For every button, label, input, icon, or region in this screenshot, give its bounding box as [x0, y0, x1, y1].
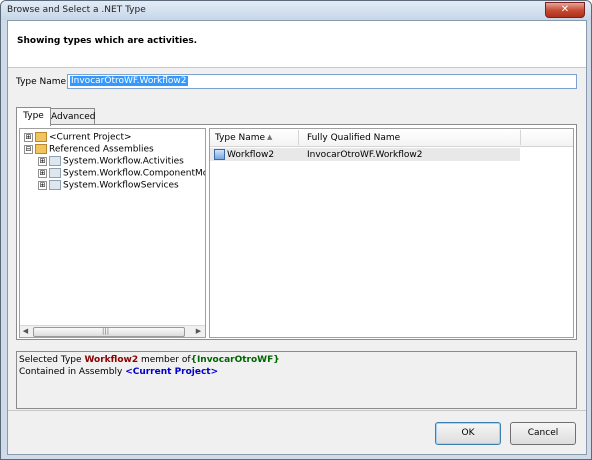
assembly-icon [49, 156, 61, 166]
dialog-window: Browse and Select a .NET Type ✕ Showing … [0, 0, 592, 460]
selected-type-line: Selected Type Workflow2 member of{Invoca… [19, 355, 280, 365]
contained-assembly-line: Contained in Assembly <Current Project> [19, 367, 218, 377]
tree-item-label: <Current Project> [49, 132, 132, 143]
folder-icon [35, 144, 47, 154]
expand-icon[interactable]: ⊞ [38, 168, 47, 178]
list-header: Type Name ▲ Fully Qualified Name [210, 129, 573, 147]
title-bar[interactable]: Browse and Select a .NET Type ✕ [1, 1, 591, 20]
assembly-icon [49, 168, 61, 178]
scroll-thumb[interactable]: ||| [33, 327, 185, 337]
tree-item-label: System.Workflow.Activities [63, 156, 184, 167]
assembly-icon [49, 180, 61, 190]
close-button[interactable]: ✕ [545, 2, 585, 18]
selected-namespace: {InvocarOtroWF} [190, 355, 280, 365]
tree-item-current-project[interactable]: ⊞ <Current Project> [24, 132, 132, 144]
selected-type-label: Selected Type [19, 355, 82, 365]
type-name-label: Type Name: [16, 77, 70, 87]
scroll-right-icon[interactable]: ▶ [194, 327, 203, 336]
assembly-tree[interactable]: ⊞ <Current Project> ⊟ Referenced Assemblie… [19, 128, 206, 338]
collapse-icon[interactable]: ⊟ [24, 144, 33, 154]
project-folder-icon [35, 132, 47, 142]
row-type-name: Workflow2 [227, 150, 275, 160]
assembly-name: <Current Project> [125, 367, 219, 377]
window-title: Browse and Select a .NET Type [7, 5, 146, 15]
column-divider[interactable] [520, 130, 521, 145]
list-row[interactable]: Workflow2 InvocarOtroWF.Workflow2 [210, 148, 520, 161]
selected-type-name: Workflow2 [84, 355, 139, 365]
tree-item-system-workflowservices[interactable]: ⊞ System.WorkflowServices [38, 180, 179, 192]
tree-horizontal-scrollbar[interactable]: ◀ ||| ▶ [20, 325, 205, 337]
type-tab-panel: ⊞ <Current Project> ⊟ Referenced Assemblie… [16, 124, 577, 340]
tree-item-label: System.Workflow.ComponentModel [63, 168, 205, 179]
tree-item-referenced-assemblies[interactable]: ⊟ Referenced Assemblies [24, 144, 154, 156]
tree-item-label: System.WorkflowServices [63, 180, 179, 191]
column-header-type-name[interactable]: Type Name [215, 133, 265, 143]
scroll-left-icon[interactable]: ◀ [21, 327, 30, 336]
tree-item-label: Referenced Assemblies [49, 144, 154, 155]
selection-info-panel: Selected Type Workflow2 member of{Invoca… [16, 351, 577, 409]
header-text: Showing types which are activities. [17, 36, 198, 46]
tree-item-system-workflow-activities[interactable]: ⊞ System.Workflow.Activities [38, 156, 184, 168]
ok-button[interactable]: OK [435, 422, 501, 445]
dialog-client: Showing types which are activities. Type… [7, 20, 587, 455]
tab-type[interactable]: Type [16, 107, 51, 126]
member-of-label: member of [140, 355, 191, 365]
expand-icon[interactable]: ⊞ [38, 156, 47, 166]
type-name-input[interactable]: InvocarOtroWF.Workflow2 [67, 74, 577, 89]
expand-icon[interactable]: ⊞ [38, 180, 47, 190]
types-list[interactable]: Type Name ▲ Fully Qualified Name Workflo… [209, 128, 574, 338]
row-fully-qualified-name: InvocarOtroWF.Workflow2 [307, 150, 423, 160]
tab-advanced[interactable]: Advanced [50, 108, 95, 125]
workflow-icon [214, 149, 225, 160]
sort-ascending-icon: ▲ [267, 133, 273, 141]
scroll-grip-icon: ||| [102, 327, 110, 335]
cancel-button[interactable]: Cancel [510, 422, 576, 445]
column-divider[interactable] [298, 130, 299, 145]
contained-in-assembly-label: Contained in Assembly [19, 367, 123, 377]
column-header-fully-qualified-name[interactable]: Fully Qualified Name [307, 133, 400, 143]
expand-icon[interactable]: ⊞ [24, 132, 33, 142]
footer-divider [8, 410, 586, 411]
type-name-value: InvocarOtroWF.Workflow2 [70, 76, 188, 86]
header-band: Showing types which are activities. [8, 21, 586, 68]
tree-item-system-workflow-componentmodel[interactable]: ⊞ System.Workflow.ComponentModel [38, 168, 205, 180]
